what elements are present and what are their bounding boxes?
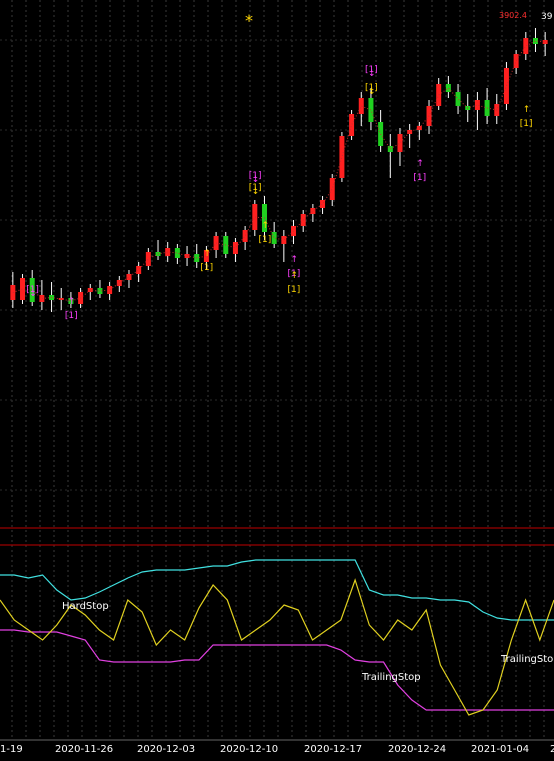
candle-body <box>484 100 490 116</box>
candles-layer <box>10 28 548 312</box>
candle-body <box>368 98 374 122</box>
magenta-series-line <box>0 629 554 711</box>
signal-arrow: ↓ <box>252 187 260 197</box>
candle-body <box>503 68 509 104</box>
x-tick-label: 2020-11-26 <box>55 744 113 755</box>
signal-label: [1] <box>413 173 426 183</box>
x-tick-label: 1-19 <box>0 744 23 755</box>
candle-body <box>145 252 151 266</box>
candle-body <box>523 38 529 54</box>
candle-body <box>126 274 132 280</box>
x-tick-label: 2021-01-04 <box>471 744 529 755</box>
candle-body <box>39 295 45 302</box>
candlestick-chart: * 3902.4 39 HardStop TrailingStop Traili… <box>0 0 554 755</box>
candle-body <box>232 242 238 254</box>
grid-lines <box>0 0 554 740</box>
signal-label: [1] <box>258 235 271 245</box>
signal-arrow: ↓ <box>368 69 376 79</box>
signal-arrow: ↑ <box>291 255 299 265</box>
trend-line <box>12 40 546 302</box>
candle-body <box>445 84 451 92</box>
trailing-stop-label-1: TrailingStop <box>361 672 421 683</box>
candle-body <box>474 100 480 110</box>
signal-label: [1] <box>288 285 301 295</box>
candle-body <box>252 204 258 230</box>
candle-body <box>339 136 345 178</box>
signal-arrow: ↑ <box>68 297 76 307</box>
x-tick-label: 2 <box>550 744 554 755</box>
signal-arrow: ↑ <box>416 159 424 169</box>
x-tick-label: 2020-12-24 <box>388 744 446 755</box>
x-tick-label: 2020-12-03 <box>137 744 195 755</box>
signal-arrow: ↑ <box>261 221 269 231</box>
signal-arrow: ↑ <box>291 271 299 281</box>
candle-body <box>436 84 442 106</box>
signal-arrow: ↑ <box>523 105 531 115</box>
price-top-label-2: 39 <box>541 12 553 22</box>
annotations-layer: * 3902.4 39 HardStop TrailingStop Traili… <box>62 11 553 683</box>
candle-body <box>358 98 364 114</box>
candle-body <box>407 130 413 134</box>
signal-arrow: ↓ <box>29 289 37 299</box>
signal-arrow: ↑ <box>203 249 211 259</box>
candle-body <box>136 266 142 274</box>
candle-body <box>320 200 326 208</box>
candle-body <box>87 288 93 292</box>
hard-stop-label: HardStop <box>62 601 109 612</box>
signal-label: [1] <box>200 263 213 273</box>
candle-body <box>329 178 335 200</box>
x-tick-label: 2020-12-10 <box>220 744 278 755</box>
x-axis-ticks: 1-19 2020-11-26 2020-12-03 2020-12-10 2020-1… <box>0 739 554 755</box>
candle-body <box>116 280 122 286</box>
signal-arrow: ↓ <box>368 87 376 97</box>
candle-body <box>455 92 461 106</box>
trailing-stop-label-2: TrailingSto <box>500 654 553 665</box>
candle-body <box>397 134 403 152</box>
price-top-label: 3902.4 <box>499 11 527 20</box>
candle-body <box>349 114 355 136</box>
signal-label: [1] <box>65 311 78 321</box>
oscillator-layer <box>0 559 554 716</box>
x-tick-label: 2020-12-17 <box>304 744 362 755</box>
candle-body <box>310 208 316 214</box>
signal-label: [1] <box>520 119 533 129</box>
top-star-marker: * <box>245 11 253 30</box>
candle-body <box>165 248 171 256</box>
